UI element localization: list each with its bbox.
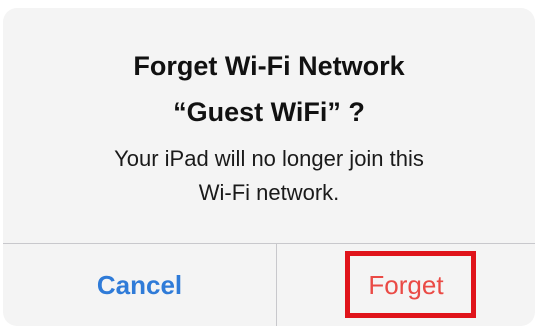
screen: Forget Wi-Fi Network “Guest WiFi” ? Your… <box>0 0 544 329</box>
alert-title-line-1: Forget Wi-Fi Network <box>133 51 405 81</box>
cancel-button[interactable]: Cancel <box>3 244 276 326</box>
alert-message-line-1: Your iPad will no longer join this <box>114 146 424 171</box>
alert-body: Forget Wi-Fi Network “Guest WiFi” ? Your… <box>3 8 535 236</box>
forget-button[interactable]: Forget <box>277 244 535 326</box>
forget-network-alert: Forget Wi-Fi Network “Guest WiFi” ? Your… <box>3 8 535 326</box>
alert-title-line-2: “Guest WiFi” ? <box>173 97 365 127</box>
alert-message-line-2: Wi-Fi network. <box>198 180 340 205</box>
